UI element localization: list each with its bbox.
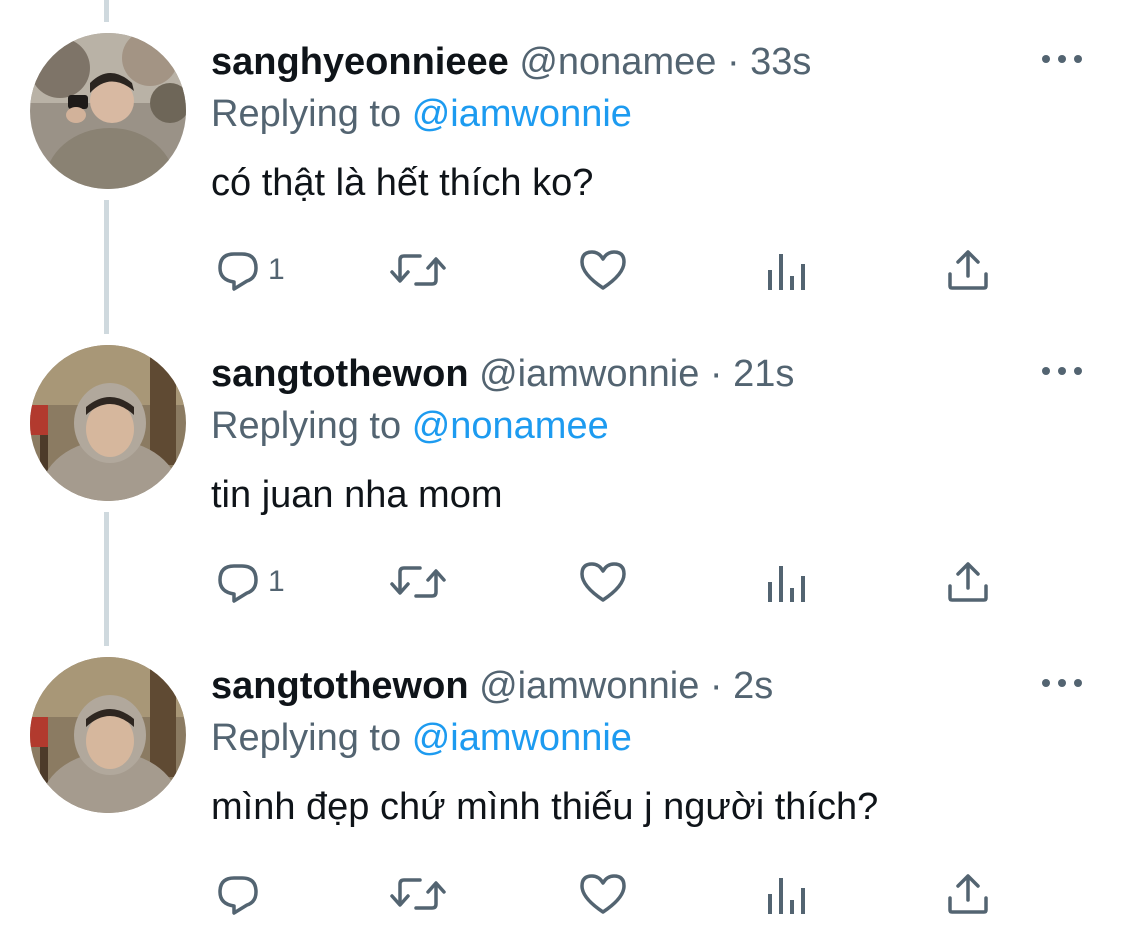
more-options-icon[interactable] [1040, 676, 1084, 690]
like-icon [580, 250, 626, 290]
action-bar: 1 [0, 245, 1125, 295]
separator: · [709, 353, 723, 395]
separator: · [726, 41, 740, 83]
tweet-text: có thật là hết thích ko? [211, 162, 594, 204]
reply-icon [218, 876, 258, 915]
like-button[interactable] [578, 245, 628, 295]
user-handle[interactable]: @nonamee [519, 41, 716, 83]
replying-to: Replying to @iamwonnie [211, 716, 632, 760]
timestamp[interactable]: 2s [733, 665, 773, 707]
avatar[interactable] [30, 33, 186, 189]
replying-prefix: Replying to [211, 717, 402, 759]
avatar-photo-2 [30, 657, 186, 813]
share-button[interactable] [944, 869, 992, 919]
tweet[interactable]: sanghyeonnieee @nonamee · 33s Replying t… [0, 0, 1125, 312]
analytics-button[interactable] [764, 557, 808, 607]
replying-prefix: Replying to [211, 405, 402, 447]
reply-icon [218, 252, 258, 291]
avatar-photo-2 [30, 345, 186, 501]
mention-link[interactable]: @iamwonnie [412, 93, 632, 135]
display-name[interactable]: sangtothewon [211, 665, 469, 707]
more-options-icon[interactable] [1040, 364, 1084, 378]
retweet-icon [390, 566, 446, 598]
avatar[interactable] [30, 657, 186, 813]
reply-count: 1 [268, 253, 285, 286]
tweet[interactable]: sangtothewon @iamwonnie · 21s Replying t… [0, 312, 1125, 624]
reply-count: 1 [268, 565, 285, 598]
analytics-button[interactable] [764, 245, 808, 295]
analytics-icon [768, 566, 805, 602]
share-button[interactable] [944, 245, 992, 295]
tweet-header: sangtothewon @iamwonnie · 2s [211, 664, 773, 708]
retweet-button[interactable] [388, 557, 448, 607]
timestamp[interactable]: 21s [733, 353, 794, 395]
timestamp[interactable]: 33s [750, 41, 811, 83]
reply-icon [218, 564, 258, 603]
like-button[interactable] [578, 869, 628, 919]
avatar[interactable] [30, 345, 186, 501]
tweet-text: tin juan nha mom [211, 474, 503, 516]
retweet-icon [390, 254, 446, 286]
share-icon [948, 562, 988, 602]
avatar-photo-1 [30, 33, 186, 189]
more-options-icon[interactable] [1040, 52, 1084, 66]
mention-link[interactable]: @nonamee [412, 405, 609, 447]
replying-prefix: Replying to [211, 93, 402, 135]
analytics-button[interactable] [764, 869, 808, 919]
tweet[interactable]: sangtothewon @iamwonnie · 2s Replying to… [0, 624, 1125, 936]
action-bar [0, 869, 1125, 919]
share-icon [948, 250, 988, 290]
like-icon [580, 562, 626, 602]
mention-link[interactable]: @iamwonnie [412, 717, 632, 759]
retweet-button[interactable] [388, 869, 448, 919]
separator: · [709, 665, 723, 707]
action-bar: 1 [0, 557, 1125, 607]
share-button[interactable] [944, 557, 992, 607]
reply-button[interactable]: 1 [214, 557, 285, 607]
tweet-text: mình đẹp chứ mình thiếu j người thích? [211, 786, 879, 828]
display-name[interactable]: sanghyeonnieee [211, 41, 509, 83]
replying-to: Replying to @nonamee [211, 404, 609, 448]
analytics-icon [768, 878, 805, 914]
user-handle[interactable]: @iamwonnie [479, 353, 699, 395]
tweet-header: sanghyeonnieee @nonamee · 33s [211, 40, 811, 84]
display-name[interactable]: sangtothewon [211, 353, 469, 395]
share-icon [948, 874, 988, 914]
tweet-header: sangtothewon @iamwonnie · 21s [211, 352, 794, 396]
like-icon [580, 874, 626, 914]
user-handle[interactable]: @iamwonnie [479, 665, 699, 707]
analytics-icon [768, 254, 805, 290]
retweet-button[interactable] [388, 245, 448, 295]
reply-button[interactable] [214, 869, 268, 919]
retweet-icon [390, 878, 446, 910]
replying-to: Replying to @iamwonnie [211, 92, 632, 136]
like-button[interactable] [578, 557, 628, 607]
reply-button[interactable]: 1 [214, 245, 285, 295]
